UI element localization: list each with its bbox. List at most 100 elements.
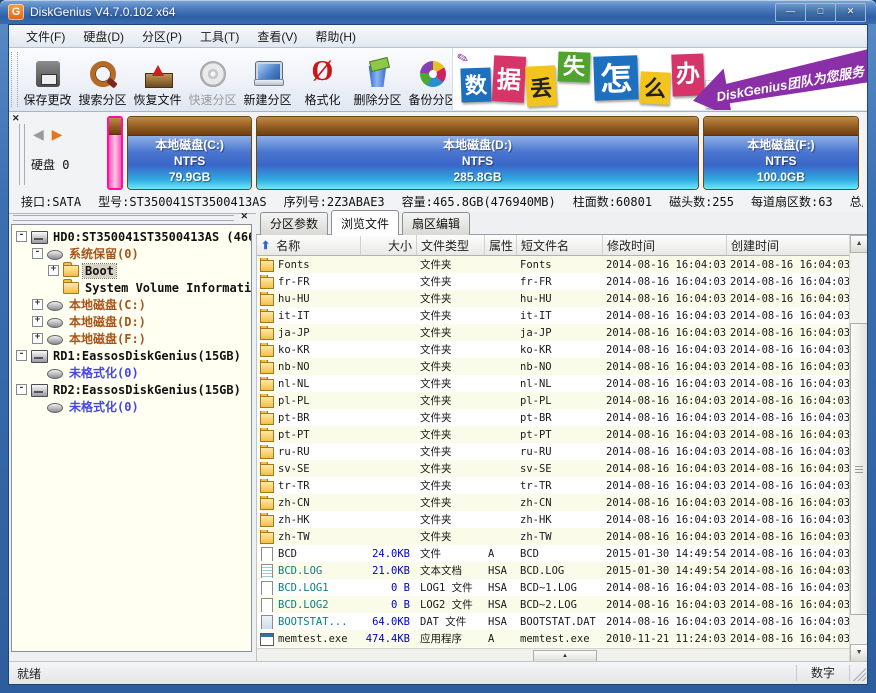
file-row[interactable]: ja-JP 文件夹 ja-JP 2014-08-16 16:04:03 2014…	[257, 324, 849, 341]
file-type-icon	[260, 513, 274, 527]
toolbar-button[interactable]: 格式化	[295, 48, 350, 111]
tab[interactable]: 扇区编辑	[402, 212, 470, 235]
tree-expander-icon[interactable]	[32, 367, 43, 378]
next-disk-icon[interactable]: ▶	[52, 126, 63, 142]
file-type-icon	[260, 479, 274, 493]
resize-grip[interactable]	[850, 665, 866, 681]
file-row[interactable]: tr-TR 文件夹 tr-TR 2014-08-16 16:04:03 2014…	[257, 477, 849, 494]
toolbar-button[interactable]: 搜索分区	[75, 48, 130, 111]
file-row[interactable]: ko-KR 文件夹 ko-KR 2014-08-16 16:04:03 2014…	[257, 341, 849, 358]
close-tree-icon[interactable]: ✕	[240, 211, 248, 222]
tree-item[interactable]: - HD0:ST350041ST3500413AS (466	[12, 228, 251, 245]
header-size[interactable]: 大小	[361, 235, 417, 255]
file-row[interactable]: zh-TW 文件夹 zh-TW 2014-08-16 16:04:03 2014…	[257, 528, 849, 545]
close-button[interactable]: ✕	[835, 3, 866, 22]
tree-item[interactable]: 未格式化(0)	[12, 398, 251, 415]
partition-block[interactable]: 本地磁盘(F:) NTFS 100.0GB	[703, 116, 859, 190]
scroll-down-icon[interactable]: ▼	[850, 644, 868, 662]
file-row[interactable]: pl-PL 文件夹 pl-PL 2014-08-16 16:04:03 2014…	[257, 392, 849, 409]
file-row[interactable]: BCD.LOG1 0 B LOG1 文件 HSA BCD~1.LOG 2014-…	[257, 579, 849, 596]
tree-node-label: Boot	[83, 264, 116, 278]
maximize-button[interactable]: □	[805, 3, 836, 22]
toolbar-button[interactable]: 保存更改	[20, 48, 75, 111]
tree-expander-icon[interactable]: +	[48, 265, 59, 276]
menu-item[interactable]: 文件(F)	[17, 25, 74, 48]
tree-item[interactable]: - 系统保留(0)	[12, 245, 251, 262]
file-row[interactable]: zh-CN 文件夹 zh-CN 2014-08-16 16:04:03 2014…	[257, 494, 849, 511]
file-name: tr-TR	[278, 480, 310, 492]
header-attr[interactable]: 属性	[485, 235, 517, 255]
file-created: 2014-08-16 16:04:03	[727, 259, 849, 271]
file-created: 2014-08-16 16:04:03	[727, 531, 849, 543]
file-type: 文件夹	[417, 529, 485, 544]
file-row[interactable]: BCD 24.0KB 文件 A BCD 2015-01-30 14:49:54 …	[257, 545, 849, 562]
tree-expander-icon[interactable]: -	[16, 231, 27, 242]
toolbar-button[interactable]: 新建分区	[240, 48, 295, 111]
tree-node-icon	[31, 383, 48, 397]
up-arrow-icon[interactable]: ⬆	[261, 239, 270, 252]
tree-panel-header[interactable]: ✕	[13, 213, 250, 223]
vertical-scrollbar[interactable]: ▲ ▼	[849, 235, 867, 662]
menu-item[interactable]: 硬盘(D)	[74, 25, 133, 48]
panel-grip[interactable]	[19, 124, 25, 185]
menu-item[interactable]: 查看(V)	[248, 25, 306, 48]
tab[interactable]: 浏览文件	[331, 210, 399, 235]
file-row[interactable]: BOOTSTAT... 64.0KB DAT 文件 HSA BOOTSTAT.D…	[257, 613, 849, 630]
partition-block[interactable]: 本地磁盘(D:) NTFS 285.8GB	[256, 116, 699, 190]
file-row[interactable]: fr-FR 文件夹 fr-FR 2014-08-16 16:04:03 2014…	[257, 273, 849, 290]
file-shortname: it-IT	[517, 310, 603, 322]
scroll-up-icon[interactable]: ▲	[850, 235, 868, 253]
toolbar-button[interactable]: 删除分区	[350, 48, 405, 111]
tree-expander-icon[interactable]: +	[32, 316, 43, 327]
tree-item[interactable]: - RD1:EassosDiskGenius(15GB)	[12, 347, 251, 364]
partition-block[interactable]	[107, 116, 123, 190]
file-row[interactable]: it-IT 文件夹 it-IT 2014-08-16 16:04:03 2014…	[257, 307, 849, 324]
tree-expander-icon[interactable]	[32, 401, 43, 412]
partition-name: 本地磁盘(F:)	[704, 137, 858, 153]
tree-expander-icon[interactable]: +	[32, 333, 43, 344]
file-row[interactable]: nl-NL 文件夹 nl-NL 2014-08-16 16:04:03 2014…	[257, 375, 849, 392]
file-row[interactable]: pt-PT 文件夹 pt-PT 2014-08-16 16:04:03 2014…	[257, 426, 849, 443]
file-row[interactable]: memtest.exe 474.4KB 应用程序 A memtest.exe 2…	[257, 630, 849, 647]
minimize-button[interactable]: —	[775, 3, 806, 22]
toolbar-button[interactable]: 恢复文件	[130, 48, 185, 111]
close-panel-icon[interactable]: ✕	[12, 113, 20, 124]
menu-item[interactable]: 帮助(H)	[306, 25, 365, 48]
file-row[interactable]: hu-HU 文件夹 hu-HU 2014-08-16 16:04:03 2014…	[257, 290, 849, 307]
file-row[interactable]: sv-SE 文件夹 sv-SE 2014-08-16 16:04:03 2014…	[257, 460, 849, 477]
tree-expander-icon[interactable]: -	[16, 350, 27, 361]
tree-expander-icon[interactable]: -	[32, 248, 43, 259]
header-type[interactable]: 文件类型	[417, 235, 485, 255]
file-row[interactable]: Fonts 文件夹 Fonts 2014-08-16 16:04:03 2014…	[257, 256, 849, 273]
tree-expander-icon[interactable]	[48, 282, 59, 293]
horizontal-scrollbar[interactable]: ▲	[257, 648, 849, 662]
header-modified[interactable]: 修改时间	[603, 235, 727, 255]
tree-item[interactable]: + 本地磁盘(D:)	[12, 313, 251, 330]
vertical-scrollbar-thumb[interactable]	[850, 323, 868, 615]
file-row[interactable]: nb-NO 文件夹 nb-NO 2014-08-16 16:04:03 2014…	[257, 358, 849, 375]
title-bar[interactable]: G DiskGenius V4.7.0.102 x64 — □ ✕	[0, 0, 876, 24]
tree-item[interactable]: + 本地磁盘(C:)	[12, 296, 251, 313]
tree-item[interactable]: System Volume Information	[12, 279, 251, 296]
tree-expander-icon[interactable]: +	[32, 299, 43, 310]
tab[interactable]: 分区参数	[260, 212, 328, 235]
file-type: 文件夹	[417, 444, 485, 459]
toolbar-button[interactable]: 快速分区	[185, 48, 240, 111]
menu-item[interactable]: 工具(T)	[191, 25, 248, 48]
file-row[interactable]: pt-BR 文件夹 pt-BR 2014-08-16 16:04:03 2014…	[257, 409, 849, 426]
tree-item[interactable]: + Boot	[12, 262, 251, 279]
menu-item[interactable]: 分区(P)	[133, 25, 191, 48]
tree-item[interactable]: + 本地磁盘(F:)	[12, 330, 251, 347]
header-name[interactable]: ⬆ 名称	[257, 235, 361, 255]
header-shortname[interactable]: 短文件名	[517, 235, 603, 255]
header-created[interactable]: 创建时间	[727, 235, 850, 255]
file-row[interactable]: BCD.LOG 21.0KB 文本文档 HSA BCD.LOG 2015-01-…	[257, 562, 849, 579]
file-row[interactable]: BCD.LOG2 0 B LOG2 文件 HSA BCD~2.LOG 2014-…	[257, 596, 849, 613]
tree-item[interactable]: - RD2:EassosDiskGenius(15GB)	[12, 381, 251, 398]
partition-block[interactable]: 本地磁盘(C:) NTFS 79.9GB	[127, 116, 252, 190]
file-row[interactable]: ru-RU 文件夹 ru-RU 2014-08-16 16:04:03 2014…	[257, 443, 849, 460]
tree-item[interactable]: 未格式化(0)	[12, 364, 251, 381]
tree-expander-icon[interactable]: -	[16, 384, 27, 395]
prev-disk-icon[interactable]: ◀	[33, 126, 44, 142]
file-row[interactable]: zh-HK 文件夹 zh-HK 2014-08-16 16:04:03 2014…	[257, 511, 849, 528]
